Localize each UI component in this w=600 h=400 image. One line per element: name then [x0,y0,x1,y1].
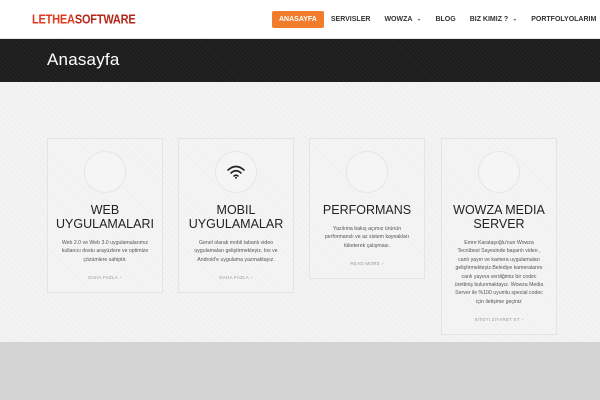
nav-item-label: BLOG [435,16,456,23]
card-description: Yazılıma bakış açımız ürünün performansl… [324,226,410,249]
nav-item-portfolyolarim[interactable]: PORTFOLYOLARIM ⌄ [524,11,600,28]
site-footer [0,342,600,400]
card-more-link[interactable]: DAHA FAZLA › [179,275,293,280]
logo-text-right: SOFTWARE [74,13,136,27]
main-nav: ANASAYFA SERVISLER WOWZA ⌄ BLOG BIZ KIMI… [272,11,600,28]
card-link-label: DAHA FAZLA [219,275,250,281]
card-description: Web 2.0 ve Web 3.0 uygulamalarımız kulla… [61,240,149,263]
card-link-label: SITEYI ZIYARET ET [474,317,520,323]
main-content: WEB UYGULAMALARI Web 2.0 ve Web 3.0 uygu… [0,82,600,342]
card-link-label: READ MORE [350,261,380,267]
page-title-bar: Anasayfa [0,39,600,82]
card-more-link[interactable]: SITEYI ZIYARET ET › [442,317,556,322]
nav-item-anasayfa[interactable]: ANASAYFA [272,11,324,28]
card-title: WOWZA MEDIA SERVER [453,203,545,231]
page-title: Anasayfa [47,50,120,69]
nav-item-label: SERVISLER [330,16,371,23]
chevron-right-icon: › [521,317,524,323]
nav-item-wowza[interactable]: WOWZA ⌄ [377,11,428,28]
site-header: LETHEASOFTWARE ANASAYFA SERVISLER WOWZA … [0,0,600,39]
card-title: WEB UYGULAMALARI [56,203,154,231]
card-more-link[interactable]: READ MORE › [310,261,424,266]
site-logo[interactable]: LETHEASOFTWARE [32,13,136,27]
service-card-mobil: MOBIL UYGULAMALAR Genel olarak mobil tab… [178,138,294,294]
logo-text-left: LETHEA [32,13,75,27]
chevron-down-icon: ⌄ [512,16,518,22]
wifi-icon [227,165,245,179]
card-title: PERFORMANS [322,203,412,217]
nav-item-biz-kimiz[interactable]: BIZ KIMIZ ? ⌄ [463,11,525,28]
chevron-right-icon: › [381,261,384,267]
service-card-web: WEB UYGULAMALARI Web 2.0 ve Web 3.0 uygu… [47,138,163,294]
card-title: MOBIL UYGULAMALAR [188,203,284,231]
card-more-link[interactable]: DAHA FAZLA › [48,275,162,280]
nav-item-label: ANASAYFA [279,16,317,23]
nav-item-label: WOWZA [384,16,413,23]
nav-item-label: BIZ KIMIZ ? [469,16,509,23]
nav-item-label: PORTFOLYOLARIM [531,16,597,23]
chevron-down-icon: ⌄ [416,16,422,22]
chevron-right-icon: › [251,275,253,281]
chevron-right-icon: › [120,275,122,281]
card-icon-circle [346,151,388,193]
nav-item-servisler[interactable]: SERVISLER [324,11,378,28]
card-icon-circle [84,151,126,193]
service-card-wowza: WOWZA MEDIA SERVER Emre Karataşoğlu'nun … [441,138,557,336]
service-card-performans: PERFORMANS Yazılıma bakış açımız ürünün … [309,138,425,280]
card-link-label: DAHA FAZLA [88,275,119,281]
card-description: Emre Karataşoğlu'nun Wowza Tecrübesi Say… [454,240,544,305]
nav-item-blog[interactable]: BLOG [428,11,462,28]
card-icon-circle [478,151,520,193]
card-icon-circle [215,151,257,193]
card-description: Genel olarak mobil tabanlı video uygulam… [194,240,278,263]
